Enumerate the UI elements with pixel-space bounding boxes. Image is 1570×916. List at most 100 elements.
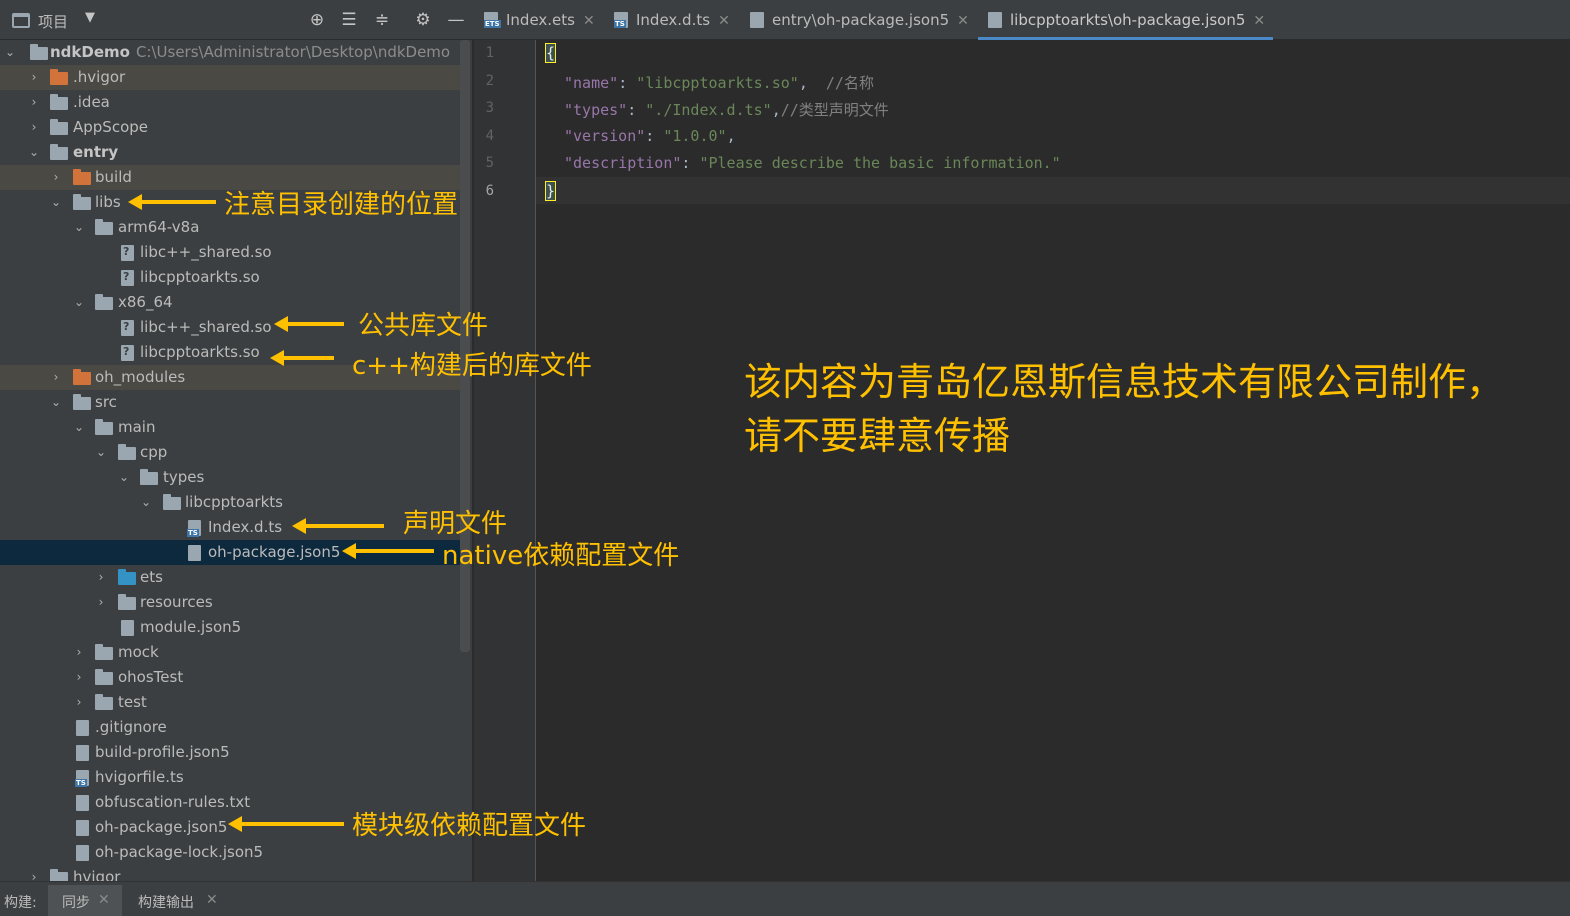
current-line-highlight [536,177,1570,204]
ts-file-icon: TS [75,770,89,787]
chevron-right-icon[interactable]: › [95,590,107,615]
close-icon[interactable]: ✕ [957,13,969,29]
tree-item-idea[interactable]: › .idea [0,90,460,115]
chevron-right-icon[interactable]: › [73,665,85,690]
chevron-right-icon[interactable]: › [28,65,40,90]
so-file-icon: ? [121,245,134,261]
tree-item-hvigor[interactable]: › hvigor [0,865,460,881]
tree-item-label: mock [118,643,159,661]
tab-sync[interactable]: 同步 [62,892,90,912]
chevron-down-icon[interactable]: ▼ [85,10,95,25]
tree-item-label: resources [140,593,213,611]
tree-item-ets[interactable]: › ets [0,565,460,590]
minimize-icon[interactable]: — [445,9,467,31]
tree-item-mock[interactable]: › mock [0,640,460,665]
tree-item-file[interactable]: ? libcpptoarkts.so [0,265,460,290]
chevron-down-icon[interactable]: ⌄ [73,415,85,440]
chevron-down-icon[interactable]: ⌄ [50,390,62,415]
tree-item-file[interactable]: build-profile.json5 [0,740,460,765]
ts-file-icon: TS [614,12,628,28]
json5-file-icon [988,12,1002,28]
chevron-right-icon[interactable]: › [50,365,62,390]
tree-root[interactable]: ⌄ ndkDemo C:\Users\Administrator\Desktop\… [0,40,460,65]
close-icon[interactable]: ✕ [206,892,218,908]
chevron-right-icon[interactable]: › [28,115,40,140]
annotation-shared-lib: 公共库文件 [358,311,489,341]
tree-item-label: Index.d.ts [208,518,283,536]
project-panel-header[interactable]: 项目 ▼ [0,0,472,40]
tree-item-file[interactable]: TS hvigorfile.ts [0,765,460,790]
tree-item-file[interactable]: TS Index.d.ts [0,515,460,540]
tree-item-label: entry [73,143,119,161]
settings-icon[interactable]: ⚙ [412,9,434,31]
folder-icon [50,94,68,110]
tree-item-label: .hvigor [73,68,126,86]
folder-icon [50,119,68,135]
tree-item-resources[interactable]: › resources [0,590,460,615]
tree-item-label: x86_64 [118,293,173,311]
tree-item-file[interactable]: oh-package-lock.json5 [0,840,460,865]
json5-file-icon [76,745,89,761]
so-file-icon: ? [121,345,134,361]
tab-build-output[interactable]: 构建输出 [138,892,194,912]
collapse-all-icon[interactable]: ≑ [371,9,393,31]
tree-item-label: .idea [73,93,110,111]
folder-icon [95,419,113,435]
tree-item-src[interactable]: ⌄ src [0,390,460,415]
project-panel-title[interactable]: 项目 [38,11,68,32]
chevron-down-icon[interactable]: ⌄ [73,215,85,240]
folder-icon [73,169,91,185]
tree-item-file[interactable]: module.json5 [0,615,460,640]
chevron-right-icon[interactable]: › [50,165,62,190]
chevron-right-icon[interactable]: › [28,90,40,115]
tree-item-main[interactable]: ⌄ main [0,415,460,440]
tree-item-cpp[interactable]: ⌄ cpp [0,440,460,465]
tree-item-label: libcpptoarkts.so [140,268,260,286]
tree-item-label: libcpptoarkts [185,493,283,511]
json-colon: : [618,74,637,92]
close-icon[interactable]: ✕ [583,13,595,29]
chevron-right-icon[interactable]: › [73,640,85,665]
tree-item-types[interactable]: ⌄ types [0,465,460,490]
chevron-down-icon[interactable]: ⌄ [118,465,130,490]
tree-item-test[interactable]: › test [0,690,460,715]
tree-item-label: ets [140,568,163,586]
tree-item-libcpptoarkts[interactable]: ⌄ libcpptoarkts [0,490,460,515]
chevron-right-icon[interactable]: › [28,865,40,881]
tab-entry-oh-package[interactable]: entry\oh-package.json5 ✕ [750,0,969,40]
json-key: "name" [564,74,619,92]
chevron-down-icon[interactable]: ⌄ [95,440,107,465]
tab-label: Index.ets [506,11,575,29]
close-icon[interactable]: ✕ [1253,13,1265,29]
chevron-down-icon[interactable]: ⌄ [4,40,16,65]
chevron-down-icon[interactable]: ⌄ [50,190,62,215]
tree-item-ohostest[interactable]: › ohosTest [0,665,460,690]
watermark-text-line2: 请不要肆意传播 [744,414,1011,458]
close-icon[interactable]: ✕ [98,892,110,908]
chevron-down-icon[interactable]: ⌄ [28,140,40,165]
tab-index-ets[interactable]: ETS Index.ets ✕ [484,0,595,40]
chevron-right-icon[interactable]: › [95,565,107,590]
chevron-right-icon[interactable]: › [73,690,85,715]
chevron-down-icon[interactable]: ⌄ [73,290,85,315]
tab-libcpptoarkts-oh-package[interactable]: libcpptoarkts\oh-package.json5 ✕ [978,0,1274,40]
tab-index-d-ts[interactable]: TS Index.d.ts ✕ [614,0,730,40]
code-editor[interactable]: 1 2 3 4 5 6 { "name": "libcpptoarkts.so"… [474,40,1570,881]
tree-item-label: libcpptoarkts.so [140,343,260,361]
tree-item-file[interactable]: .gitignore [0,715,460,740]
expand-all-icon[interactable]: ☰ [338,9,360,31]
tree-item-hvigor-dir[interactable]: › .hvigor [0,65,460,90]
tree-item-file[interactable]: ? libc++_shared.so [0,240,460,265]
tab-label: Index.d.ts [636,11,711,29]
tree-item-entry[interactable]: ⌄ entry [0,140,460,165]
build-tool-bar: 构建: 同步 ✕ 构建输出 ✕ [0,881,1570,916]
json-value: "1.0.0" [663,127,727,145]
code-line-5: "description": "Please describe the basi… [564,154,1061,172]
close-icon[interactable]: ✕ [718,13,730,29]
locate-icon[interactable]: ⊕ [306,9,328,31]
tree-item-label: types [163,468,205,486]
chevron-down-icon[interactable]: ⌄ [140,490,152,515]
json-colon: : [645,127,664,145]
json-value: "Please describe the basic information." [699,154,1061,172]
tree-item-appscope[interactable]: › AppScope [0,115,460,140]
